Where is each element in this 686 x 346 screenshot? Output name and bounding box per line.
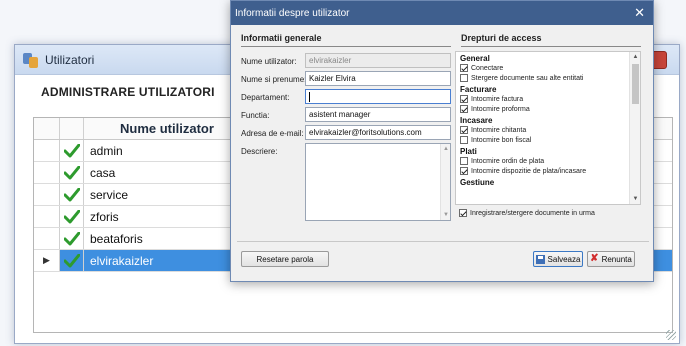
right-checkbox[interactable] xyxy=(460,157,468,165)
row-indicator xyxy=(34,206,60,227)
general-section-title: Informatii generale xyxy=(241,33,322,43)
rights-section-title: Drepturi de access xyxy=(461,33,542,43)
save-button[interactable]: Salveaza xyxy=(533,251,583,267)
right-label: Intocmire bon fiscal xyxy=(471,136,532,144)
right-label: Conectare xyxy=(471,64,504,72)
active-check-icon xyxy=(63,187,80,201)
dialog-title: Informatii despre utilizator xyxy=(235,7,350,19)
function-label: Functia: xyxy=(241,111,270,120)
grid-header-status-col xyxy=(60,118,84,139)
department-label: Departament: xyxy=(241,93,290,102)
description-field[interactable]: ▲ ▼ xyxy=(305,143,451,221)
active-check-icon xyxy=(63,231,80,245)
right-label: Intocmire proforma xyxy=(471,105,530,113)
active-status-cell xyxy=(60,162,84,183)
fullname-label: Nume si prenume: xyxy=(241,75,307,84)
active-check-icon xyxy=(63,209,80,223)
rights-group-heading: General xyxy=(460,54,490,63)
scroll-up-icon[interactable]: ▲ xyxy=(630,52,640,62)
save-button-label: Salveaza xyxy=(547,254,581,264)
record-delete-label: Inregistrare/stergere documente in urma xyxy=(470,209,595,217)
rights-scrollbar[interactable]: ▲ ▼ xyxy=(629,52,640,204)
function-field[interactable]: asistent manager xyxy=(305,107,451,122)
active-status-cell xyxy=(60,184,84,205)
right-label: Intocmire factura xyxy=(471,95,524,103)
right-checkbox[interactable] xyxy=(460,136,468,144)
admin-heading: ADMINISTRARE UTILIZATORI xyxy=(41,85,215,99)
cancel-button-label: Renunta xyxy=(601,254,632,264)
description-label: Descriere: xyxy=(241,147,278,156)
right-checkbox-row[interactable]: Stergere documente sau alte entitati xyxy=(460,73,640,83)
username-label: Nume utilizator: xyxy=(241,57,297,66)
right-label: Stergere documente sau alte entitati xyxy=(471,74,584,82)
right-label: Intocmire ordin de plata xyxy=(471,157,545,165)
right-checkbox[interactable] xyxy=(460,64,468,72)
rights-group-heading: Gestiune xyxy=(460,178,495,187)
description-scrollbar[interactable]: ▲ ▼ xyxy=(440,144,450,220)
users-window-title: Utilizatori xyxy=(45,52,95,67)
resize-grip[interactable] xyxy=(666,330,676,340)
right-checkbox-row[interactable]: Conectare xyxy=(460,63,640,73)
scroll-up-icon[interactable]: ▲ xyxy=(441,144,451,154)
dialog-titlebar: Informatii despre utilizator ✕ xyxy=(231,1,653,25)
scroll-down-icon[interactable]: ▼ xyxy=(441,210,451,220)
right-checkbox-row[interactable]: Intocmire chitanta xyxy=(460,125,640,135)
rights-group-heading: Plati xyxy=(460,147,477,156)
grid-header-indicator-col xyxy=(34,118,60,139)
record-delete-checkbox-row[interactable]: Inregistrare/stergere documente in urma xyxy=(459,209,595,217)
right-checkbox-row[interactable]: Intocmire bon fiscal xyxy=(460,135,640,145)
scroll-down-icon[interactable]: ▼ xyxy=(630,194,640,204)
right-checkbox[interactable] xyxy=(460,74,468,82)
active-status-cell xyxy=(60,228,84,249)
active-check-icon xyxy=(63,165,80,179)
fullname-field[interactable]: Kaizler Elvira xyxy=(305,71,451,86)
dialog-footer-divider xyxy=(237,241,649,242)
user-info-dialog: Informatii despre utilizator ✕ Informati… xyxy=(230,0,654,282)
rights-section-divider xyxy=(461,46,641,47)
username-field: elvirakaizler xyxy=(305,53,451,68)
rights-list: General Conectare Stergere documente sau a… xyxy=(455,51,641,205)
right-checkbox[interactable] xyxy=(460,126,468,134)
rights-content: General Conectare Stergere documente sau a… xyxy=(456,54,640,187)
department-field[interactable] xyxy=(305,89,451,104)
row-indicator xyxy=(34,228,60,249)
row-indicator: ▶ xyxy=(34,250,60,271)
reset-password-button[interactable]: Resetare parola xyxy=(241,251,329,267)
email-field[interactable]: elvirakaizler@foritsolutions.com xyxy=(305,125,451,140)
row-indicator xyxy=(34,184,60,205)
general-section-divider xyxy=(241,46,451,47)
save-icon xyxy=(535,254,545,264)
right-checkbox[interactable] xyxy=(460,105,468,113)
active-status-cell xyxy=(60,250,84,271)
email-label: Adresa de e-mail: xyxy=(241,129,304,138)
right-checkbox-row[interactable]: Intocmire factura xyxy=(460,94,640,104)
dialog-close-icon[interactable]: ✕ xyxy=(634,5,645,21)
rights-group-heading: Facturare xyxy=(460,85,497,94)
right-checkbox-row[interactable]: Intocmire proforma xyxy=(460,104,640,114)
cancel-button[interactable]: ✘ Renunta xyxy=(587,251,635,267)
text-caret xyxy=(309,92,310,102)
active-check-icon xyxy=(63,143,80,157)
active-status-cell xyxy=(60,140,84,161)
rights-group-heading: Incasare xyxy=(460,116,493,125)
right-checkbox[interactable] xyxy=(460,167,468,175)
right-checkbox-row[interactable]: Intocmire ordin de plata xyxy=(460,156,640,166)
active-check-icon xyxy=(63,253,80,267)
app-icon xyxy=(23,52,39,68)
right-checkbox[interactable] xyxy=(460,95,468,103)
record-delete-checkbox[interactable] xyxy=(459,209,467,217)
scrollbar-thumb[interactable] xyxy=(632,64,639,104)
cancel-icon: ✘ xyxy=(590,253,599,264)
right-checkbox-row[interactable]: Intocmire dispozitie de plata/incasare xyxy=(460,166,640,176)
active-status-cell xyxy=(60,206,84,227)
right-label: Intocmire dispozitie de plata/incasare xyxy=(471,167,587,175)
row-indicator xyxy=(34,140,60,161)
row-indicator xyxy=(34,162,60,183)
right-label: Intocmire chitanta xyxy=(471,126,527,134)
